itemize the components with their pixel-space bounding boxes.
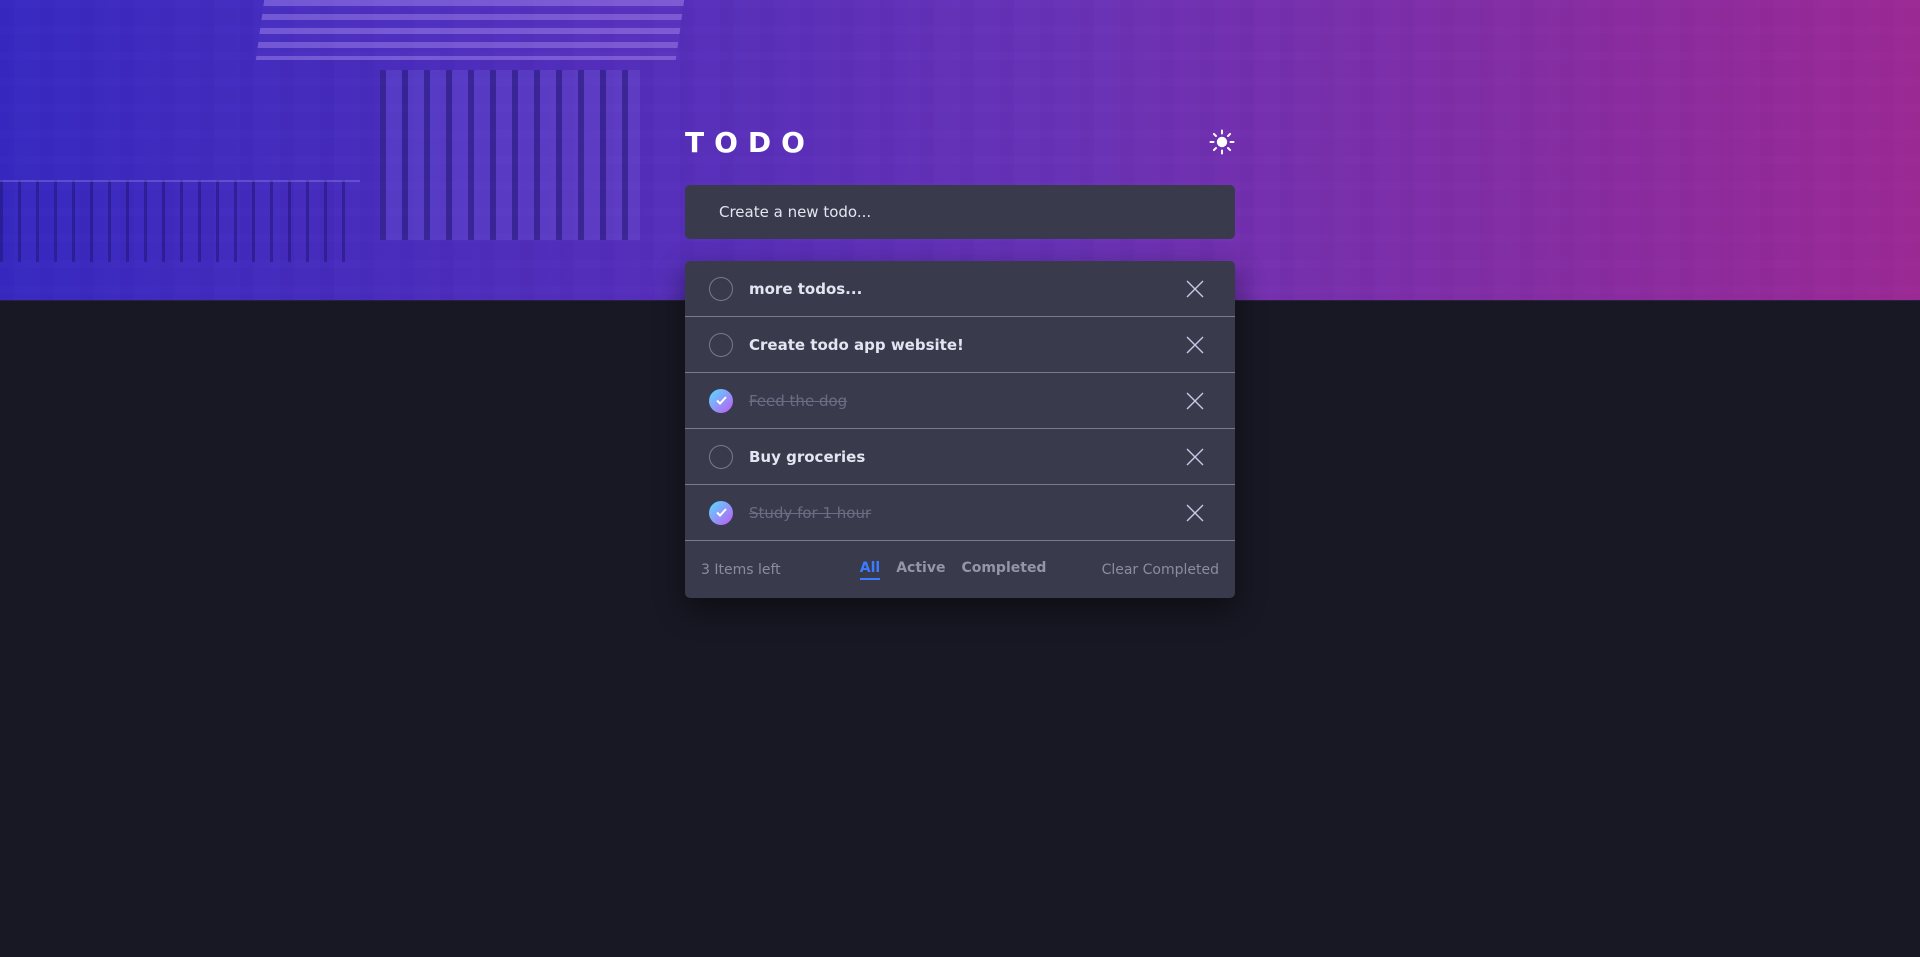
todo-app: TODO mor <box>685 120 1235 598</box>
todo-text: Feed the dog <box>749 391 848 410</box>
filter-active[interactable]: Active <box>896 560 945 580</box>
app-title: TODO <box>685 125 815 159</box>
todo-item: Create todo app website! <box>685 317 1235 373</box>
close-icon <box>1186 448 1204 465</box>
filter-all[interactable]: All <box>859 560 881 580</box>
todo-checkbox[interactable] <box>709 388 733 413</box>
todo-checkbox[interactable] <box>709 276 733 301</box>
theme-toggle-button[interactable] <box>1207 127 1237 157</box>
todo-item: Feed the dog <box>685 373 1235 429</box>
close-icon <box>1186 504 1204 521</box>
todo-list: more todos... Create todo app website! F… <box>685 261 1235 598</box>
check-icon <box>715 396 727 405</box>
delete-todo-button[interactable] <box>1183 277 1207 301</box>
close-icon <box>1186 280 1204 297</box>
new-todo-input[interactable] <box>717 202 1235 222</box>
clear-completed-button[interactable]: Clear Completed <box>1102 562 1219 578</box>
delete-todo-button[interactable] <box>1183 501 1207 525</box>
todo-item: Buy groceries <box>685 429 1235 485</box>
app-header: TODO <box>685 120 1235 164</box>
filter-completed[interactable]: Completed <box>961 560 1046 580</box>
delete-todo-button[interactable] <box>1183 389 1207 413</box>
filter-tabs: All Active Completed <box>859 560 1046 580</box>
todo-checkbox[interactable] <box>709 332 733 357</box>
close-icon <box>1186 336 1204 353</box>
todo-checkbox[interactable] <box>709 444 733 469</box>
background-ceiling-lights <box>255 0 685 60</box>
todo-checkbox[interactable] <box>709 500 733 525</box>
todo-text: more todos... <box>749 279 863 298</box>
todo-item: more todos... <box>685 261 1235 317</box>
todo-footer: 3 Items left All Active Completed Clear … <box>685 541 1235 598</box>
todo-text: Buy groceries <box>749 447 866 466</box>
new-todo-container <box>685 185 1235 239</box>
todo-text: Study for 1 hour <box>749 503 872 522</box>
close-icon <box>1186 392 1204 409</box>
sun-icon <box>1209 129 1235 155</box>
items-left-count: 3 Items left <box>701 561 781 578</box>
todo-text: Create todo app website! <box>749 335 964 354</box>
todo-item: Study for 1 hour <box>685 485 1235 541</box>
delete-todo-button[interactable] <box>1183 445 1207 469</box>
background-doorway <box>380 70 640 240</box>
check-icon <box>715 508 727 517</box>
background-railing <box>0 180 360 262</box>
delete-todo-button[interactable] <box>1183 333 1207 357</box>
